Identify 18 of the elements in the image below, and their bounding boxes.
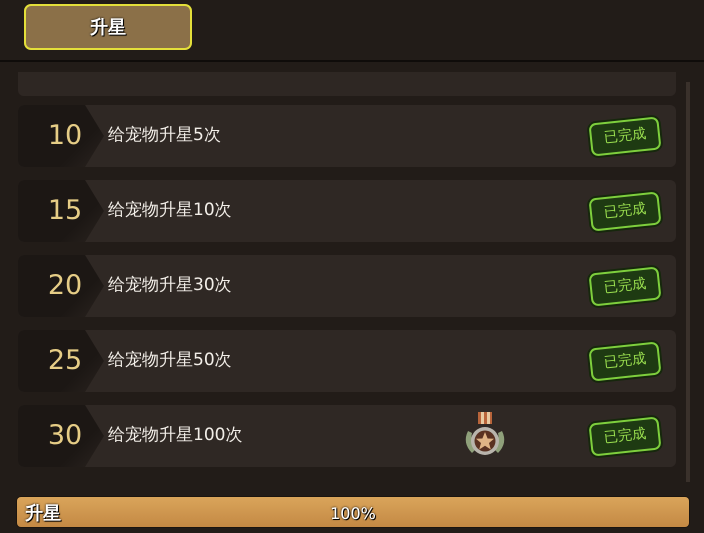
- progress-label: 升星: [25, 502, 61, 526]
- status-stamp: 已完成: [588, 416, 662, 456]
- level-number: 30: [46, 418, 82, 453]
- tab[interactable]: 升星: [24, 4, 192, 50]
- level-number: 25: [46, 344, 82, 378]
- task-text: 给宠物升星5次: [108, 124, 222, 148]
- task-text: 给宠物升星50次: [108, 349, 233, 372]
- status-stamp: 已完成: [588, 266, 662, 306]
- progress-reading: 100%: [330, 503, 376, 525]
- task-text: 给宠物升星30次: [108, 274, 233, 298]
- status-stamp: 已完成: [588, 340, 662, 382]
- level-number: 15: [46, 194, 82, 228]
- task-text: 给宠物升星10次: [108, 199, 233, 222]
- status-stamp: 已完成: [588, 116, 662, 156]
- status-stamp: 已完成: [588, 190, 662, 232]
- level-number: 20: [46, 268, 82, 303]
- level-number: 10: [46, 118, 82, 153]
- task-text: 给宠物升星100次: [108, 424, 244, 448]
